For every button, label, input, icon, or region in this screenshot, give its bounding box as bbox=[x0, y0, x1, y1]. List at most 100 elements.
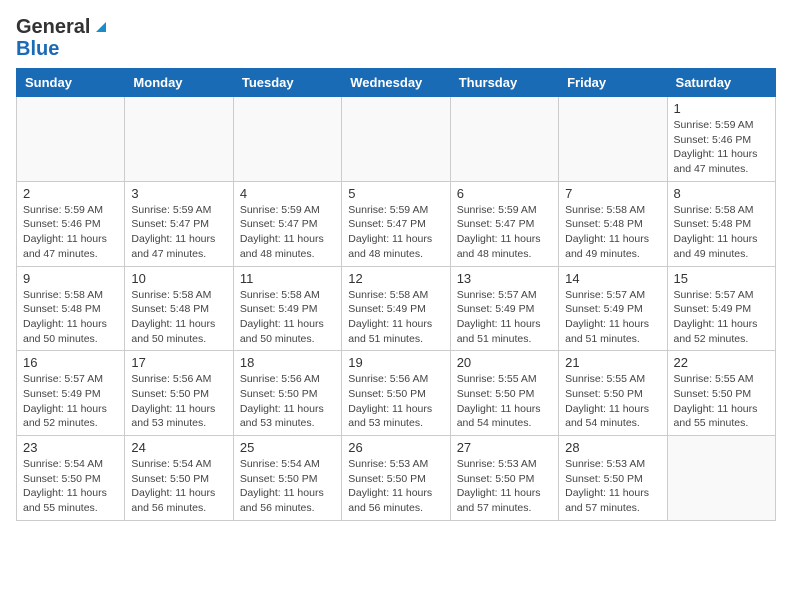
day-info: Sunrise: 5:58 AM Sunset: 5:49 PM Dayligh… bbox=[240, 288, 335, 347]
weekday-header-friday: Friday bbox=[559, 69, 667, 97]
day-info: Sunrise: 5:57 AM Sunset: 5:49 PM Dayligh… bbox=[565, 288, 660, 347]
weekday-header-tuesday: Tuesday bbox=[233, 69, 341, 97]
day-info: Sunrise: 5:57 AM Sunset: 5:49 PM Dayligh… bbox=[457, 288, 552, 347]
day-number: 3 bbox=[131, 186, 226, 201]
day-info: Sunrise: 5:56 AM Sunset: 5:50 PM Dayligh… bbox=[240, 372, 335, 431]
day-info: Sunrise: 5:55 AM Sunset: 5:50 PM Dayligh… bbox=[457, 372, 552, 431]
day-cell: 23 Sunrise: 5:54 AM Sunset: 5:50 PM Dayli… bbox=[17, 436, 125, 521]
day-cell: 26Sunrise: 5:53 AM Sunset: 5:50 PM Dayli… bbox=[342, 436, 450, 521]
day-cell: 18 Sunrise: 5:56 AM Sunset: 5:50 PM Dayli… bbox=[233, 351, 341, 436]
day-info: Sunrise: 5:59 AM Sunset: 5:47 PM Dayligh… bbox=[240, 203, 335, 262]
calendar-table: SundayMondayTuesdayWednesdayThursdayFrid… bbox=[16, 68, 776, 521]
day-cell: 8 Sunrise: 5:58 AM Sunset: 5:48 PM Daylig… bbox=[667, 181, 775, 266]
day-number: 22 bbox=[674, 355, 769, 370]
day-cell: 24 Sunrise: 5:54 AM Sunset: 5:50 PM Dayli… bbox=[125, 436, 233, 521]
day-cell: 27 Sunrise: 5:53 AM Sunset: 5:50 PM Dayli… bbox=[450, 436, 558, 521]
day-info: Sunrise: 5:58 AM Sunset: 5:49 PM Dayligh… bbox=[348, 288, 443, 347]
day-cell: 5 Sunrise: 5:59 AM Sunset: 5:47 PM Daylig… bbox=[342, 181, 450, 266]
day-number: 27 bbox=[457, 440, 552, 455]
day-number: 16 bbox=[23, 355, 118, 370]
weekday-header-row: SundayMondayTuesdayWednesdayThursdayFrid… bbox=[17, 69, 776, 97]
day-cell: 13 Sunrise: 5:57 AM Sunset: 5:49 PM Dayli… bbox=[450, 266, 558, 351]
day-cell: 15 Sunrise: 5:57 AM Sunset: 5:49 PM Dayli… bbox=[667, 266, 775, 351]
weekday-header-wednesday: Wednesday bbox=[342, 69, 450, 97]
day-number: 20 bbox=[457, 355, 552, 370]
day-number: 13 bbox=[457, 271, 552, 286]
day-cell: 4 Sunrise: 5:59 AM Sunset: 5:47 PM Daylig… bbox=[233, 181, 341, 266]
day-number: 4 bbox=[240, 186, 335, 201]
day-info: Sunrise: 5:54 AM Sunset: 5:50 PM Dayligh… bbox=[240, 457, 335, 516]
day-cell: 2Sunrise: 5:59 AM Sunset: 5:46 PM Daylig… bbox=[17, 181, 125, 266]
week-row-3: 9 Sunrise: 5:58 AM Sunset: 5:48 PM Daylig… bbox=[17, 266, 776, 351]
day-number: 23 bbox=[23, 440, 118, 455]
day-number: 9 bbox=[23, 271, 118, 286]
day-info: Sunrise: 5:58 AM Sunset: 5:48 PM Dayligh… bbox=[23, 288, 118, 347]
day-info: Sunrise: 5:53 AM Sunset: 5:50 PM Dayligh… bbox=[457, 457, 552, 516]
day-info: Sunrise: 5:59 AM Sunset: 5:46 PM Dayligh… bbox=[23, 203, 118, 262]
day-cell: 3 Sunrise: 5:59 AM Sunset: 5:47 PM Daylig… bbox=[125, 181, 233, 266]
day-cell: 11 Sunrise: 5:58 AM Sunset: 5:49 PM Dayli… bbox=[233, 266, 341, 351]
day-cell: 19 Sunrise: 5:56 AM Sunset: 5:50 PM Dayli… bbox=[342, 351, 450, 436]
day-number: 18 bbox=[240, 355, 335, 370]
day-cell: 21 Sunrise: 5:55 AM Sunset: 5:50 PM Dayli… bbox=[559, 351, 667, 436]
day-cell: 6 Sunrise: 5:59 AM Sunset: 5:47 PM Daylig… bbox=[450, 181, 558, 266]
week-row-2: 2Sunrise: 5:59 AM Sunset: 5:46 PM Daylig… bbox=[17, 181, 776, 266]
day-number: 8 bbox=[674, 186, 769, 201]
day-cell: 9 Sunrise: 5:58 AM Sunset: 5:48 PM Daylig… bbox=[17, 266, 125, 351]
day-cell bbox=[450, 97, 558, 182]
day-info: Sunrise: 5:57 AM Sunset: 5:49 PM Dayligh… bbox=[674, 288, 769, 347]
day-info: Sunrise: 5:54 AM Sunset: 5:50 PM Dayligh… bbox=[23, 457, 118, 516]
day-info: Sunrise: 5:56 AM Sunset: 5:50 PM Dayligh… bbox=[131, 372, 226, 431]
weekday-header-monday: Monday bbox=[125, 69, 233, 97]
logo-icon bbox=[92, 18, 110, 36]
day-info: Sunrise: 5:56 AM Sunset: 5:50 PM Dayligh… bbox=[348, 372, 443, 431]
day-info: Sunrise: 5:59 AM Sunset: 5:47 PM Dayligh… bbox=[348, 203, 443, 262]
day-number: 10 bbox=[131, 271, 226, 286]
week-row-1: 1Sunrise: 5:59 AM Sunset: 5:46 PM Daylig… bbox=[17, 97, 776, 182]
day-info: Sunrise: 5:57 AM Sunset: 5:49 PM Dayligh… bbox=[23, 372, 118, 431]
day-cell: 22 Sunrise: 5:55 AM Sunset: 5:50 PM Dayli… bbox=[667, 351, 775, 436]
day-cell: 1Sunrise: 5:59 AM Sunset: 5:46 PM Daylig… bbox=[667, 97, 775, 182]
day-cell: 7Sunrise: 5:58 AM Sunset: 5:48 PM Daylig… bbox=[559, 181, 667, 266]
day-info: Sunrise: 5:53 AM Sunset: 5:50 PM Dayligh… bbox=[348, 457, 443, 516]
day-number: 24 bbox=[131, 440, 226, 455]
day-number: 28 bbox=[565, 440, 660, 455]
day-cell bbox=[559, 97, 667, 182]
day-cell: 20 Sunrise: 5:55 AM Sunset: 5:50 PM Dayli… bbox=[450, 351, 558, 436]
day-number: 21 bbox=[565, 355, 660, 370]
weekday-header-thursday: Thursday bbox=[450, 69, 558, 97]
day-cell: 25Sunrise: 5:54 AM Sunset: 5:50 PM Dayli… bbox=[233, 436, 341, 521]
week-row-4: 16 Sunrise: 5:57 AM Sunset: 5:49 PM Dayli… bbox=[17, 351, 776, 436]
day-number: 15 bbox=[674, 271, 769, 286]
day-info: Sunrise: 5:53 AM Sunset: 5:50 PM Dayligh… bbox=[565, 457, 660, 516]
day-cell: 16 Sunrise: 5:57 AM Sunset: 5:49 PM Dayli… bbox=[17, 351, 125, 436]
day-number: 5 bbox=[348, 186, 443, 201]
day-info: Sunrise: 5:54 AM Sunset: 5:50 PM Dayligh… bbox=[131, 457, 226, 516]
day-info: Sunrise: 5:58 AM Sunset: 5:48 PM Dayligh… bbox=[565, 203, 660, 262]
weekday-header-sunday: Sunday bbox=[17, 69, 125, 97]
day-number: 6 bbox=[457, 186, 552, 201]
day-cell: 12 Sunrise: 5:58 AM Sunset: 5:49 PM Dayli… bbox=[342, 266, 450, 351]
day-cell bbox=[17, 97, 125, 182]
day-cell bbox=[667, 436, 775, 521]
day-number: 14 bbox=[565, 271, 660, 286]
day-number: 17 bbox=[131, 355, 226, 370]
week-row-5: 23 Sunrise: 5:54 AM Sunset: 5:50 PM Dayli… bbox=[17, 436, 776, 521]
day-number: 12 bbox=[348, 271, 443, 286]
day-number: 19 bbox=[348, 355, 443, 370]
day-info: Sunrise: 5:55 AM Sunset: 5:50 PM Dayligh… bbox=[674, 372, 769, 431]
day-cell: 17 Sunrise: 5:56 AM Sunset: 5:50 PM Dayli… bbox=[125, 351, 233, 436]
day-cell bbox=[233, 97, 341, 182]
weekday-header-saturday: Saturday bbox=[667, 69, 775, 97]
day-info: Sunrise: 5:58 AM Sunset: 5:48 PM Dayligh… bbox=[674, 203, 769, 262]
day-info: Sunrise: 5:59 AM Sunset: 5:47 PM Dayligh… bbox=[131, 203, 226, 262]
day-number: 11 bbox=[240, 271, 335, 286]
day-cell bbox=[342, 97, 450, 182]
day-number: 1 bbox=[674, 101, 769, 116]
day-info: Sunrise: 5:59 AM Sunset: 5:47 PM Dayligh… bbox=[457, 203, 552, 262]
logo-blue-text: Blue bbox=[16, 38, 110, 60]
logo-general-text: General bbox=[16, 16, 90, 38]
day-cell: 14 Sunrise: 5:57 AM Sunset: 5:49 PM Dayli… bbox=[559, 266, 667, 351]
day-info: Sunrise: 5:58 AM Sunset: 5:48 PM Dayligh… bbox=[131, 288, 226, 347]
day-info: Sunrise: 5:55 AM Sunset: 5:50 PM Dayligh… bbox=[565, 372, 660, 431]
